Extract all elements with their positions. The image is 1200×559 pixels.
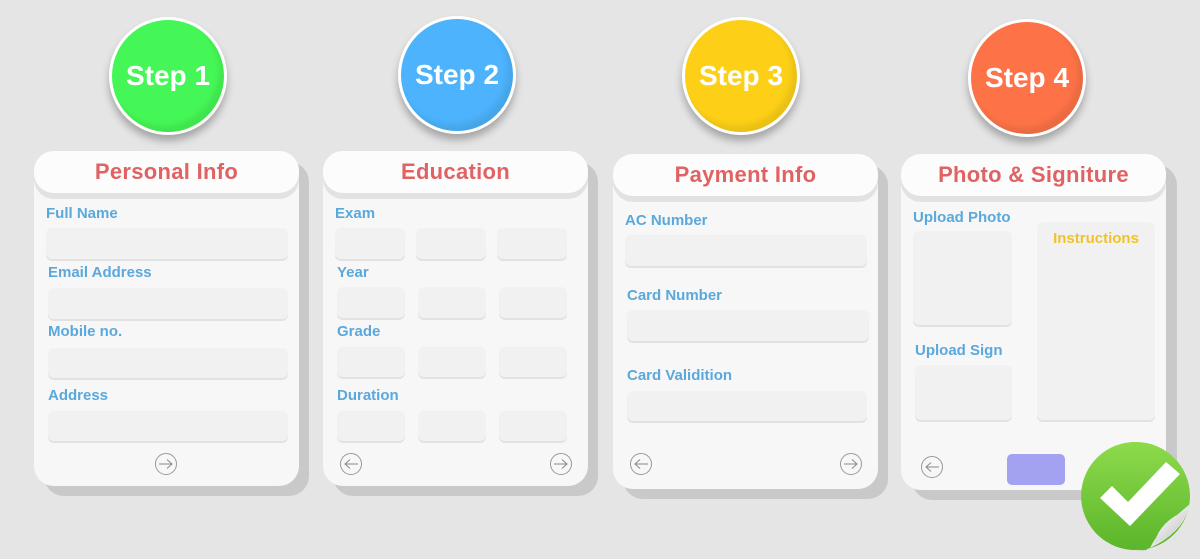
full-name-input[interactable] [46, 228, 288, 259]
upload-photo-area[interactable] [913, 231, 1012, 325]
step-2-badge: Step 2 [398, 16, 516, 134]
arrow-left-icon [344, 459, 358, 469]
field-label: Upload Sign [915, 342, 1003, 359]
grade-input-1[interactable] [337, 347, 405, 377]
submit-button[interactable] [1007, 454, 1065, 485]
card-title: Photo & Signiture [901, 154, 1166, 196]
card-title: Payment Info [613, 154, 878, 196]
ac-number-input[interactable] [625, 235, 867, 266]
next-button[interactable] [840, 453, 862, 475]
payment-info-card: Payment Info AC Number Card Number Card … [613, 154, 878, 489]
field-label: Address [48, 387, 109, 404]
step-3-badge: Step 3 [682, 17, 800, 135]
year-input-1[interactable] [337, 287, 405, 318]
card-number-input[interactable] [627, 310, 869, 341]
personal-info-card: Personal Info Full Name Email Address Mo… [34, 151, 299, 486]
grade-input-2[interactable] [418, 347, 486, 377]
education-card: Education Exam Year Grade Duration [323, 151, 588, 486]
prev-button[interactable] [340, 453, 362, 475]
step-1-badge: Step 1 [109, 17, 227, 135]
step-2-label: Step 2 [414, 59, 500, 90]
card-title: Personal Info [34, 151, 299, 193]
field-label: Exam [335, 205, 376, 222]
arrow-right-icon [554, 459, 568, 469]
exam-input-1[interactable] [335, 228, 405, 259]
field-label: Upload Photo [913, 209, 1011, 226]
arrow-left-icon [634, 459, 648, 469]
duration-input-3[interactable] [499, 411, 567, 441]
check-badge-icon [1081, 441, 1190, 551]
field-label: Duration [337, 387, 399, 404]
duration-input-1[interactable] [337, 411, 405, 441]
email-address-input[interactable] [48, 288, 288, 319]
arrow-right-icon [159, 459, 173, 469]
card-validition-input[interactable] [627, 391, 867, 421]
step-1-label: Step 1 [125, 60, 211, 91]
arrow-right-icon [844, 459, 858, 469]
instructions-title: Instructions [1053, 230, 1139, 247]
step-3-label: Step 3 [698, 60, 784, 91]
field-label: Card Validition [627, 367, 733, 384]
field-label: Email Address [48, 264, 152, 281]
prev-button[interactable] [630, 453, 652, 475]
field-label: Mobile no. [48, 323, 123, 340]
year-input-3[interactable] [499, 287, 567, 318]
step-4-badge: Step 4 [968, 19, 1086, 137]
step-4-label: Step 4 [984, 62, 1070, 93]
next-button[interactable] [155, 453, 177, 475]
next-button[interactable] [550, 453, 572, 475]
mobile-no-input[interactable] [48, 348, 288, 378]
grade-input-3[interactable] [499, 347, 567, 377]
upload-sign-area[interactable] [915, 365, 1012, 420]
exam-input-3[interactable] [497, 228, 567, 259]
instructions-panel: Instructions [1037, 222, 1155, 420]
arrow-left-icon [925, 462, 939, 472]
year-input-2[interactable] [418, 287, 486, 318]
field-label: Grade [337, 323, 381, 340]
field-label: Full Name [46, 205, 118, 222]
duration-input-2[interactable] [418, 411, 486, 441]
address-input[interactable] [48, 411, 288, 441]
field-label: Year [337, 264, 369, 281]
field-label: AC Number [625, 212, 708, 229]
prev-button[interactable] [921, 456, 943, 478]
card-title: Education [323, 151, 588, 193]
exam-input-2[interactable] [416, 228, 486, 259]
field-label: Card Number [627, 287, 723, 304]
